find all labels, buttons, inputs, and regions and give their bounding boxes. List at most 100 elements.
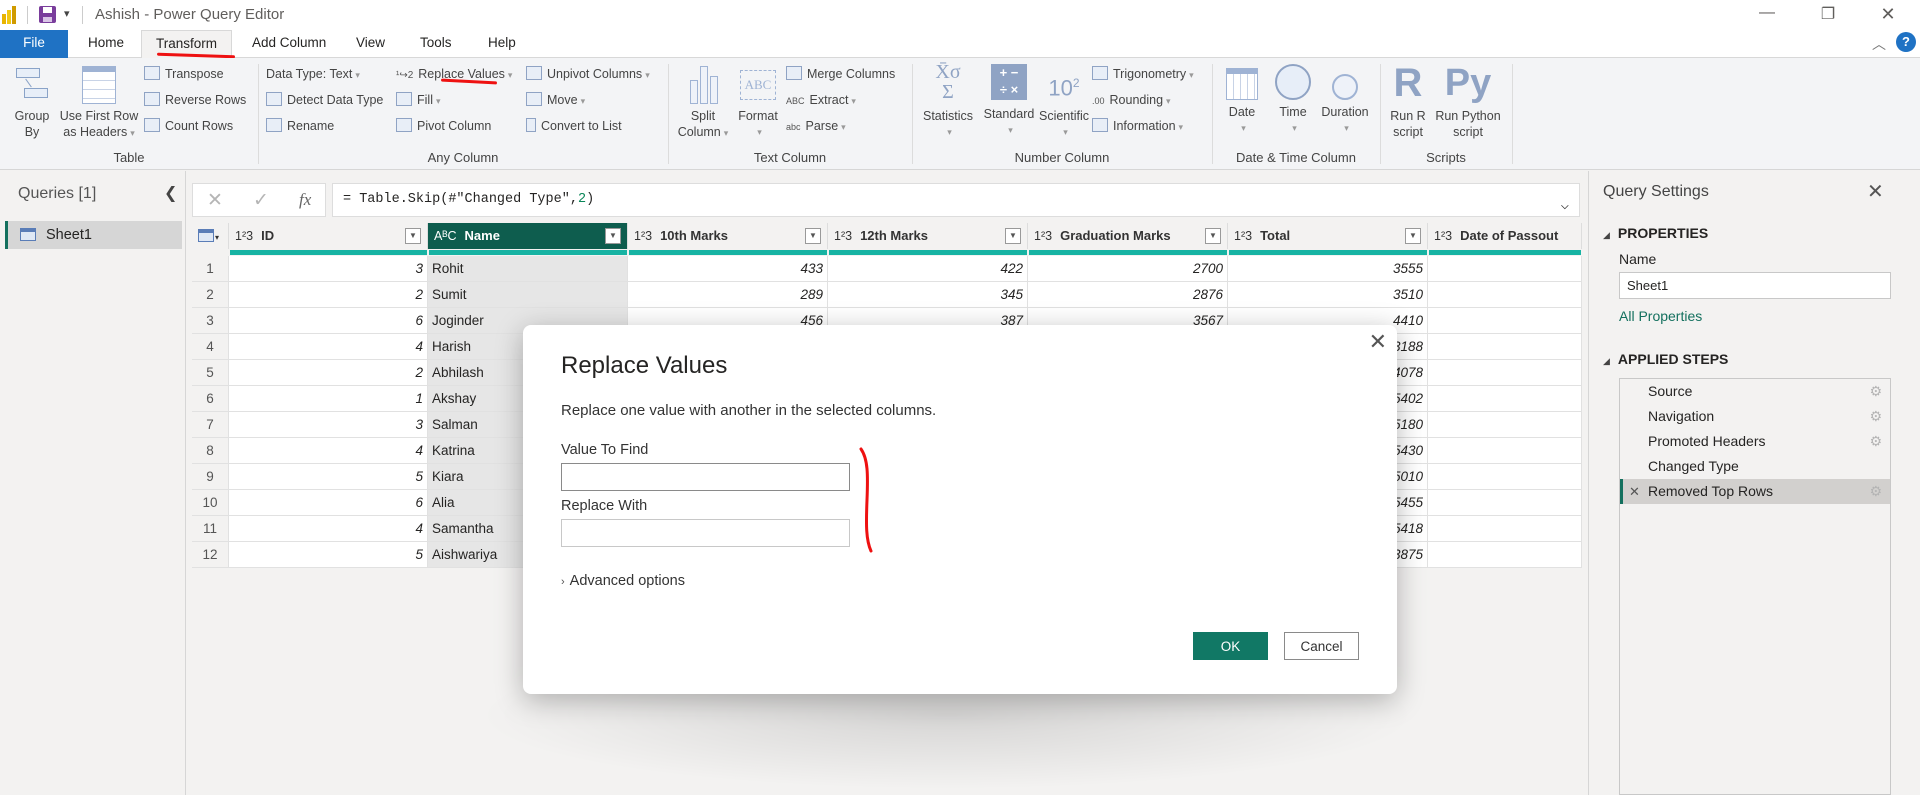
cancel-formula-icon[interactable]: ✕ <box>207 189 223 212</box>
data-type-dropdown[interactable]: Data Type: Text ▾ <box>266 64 360 84</box>
properties-section-header[interactable]: ◢ PROPERTIES <box>1603 225 1708 241</box>
formula-input[interactable]: = Table.Skip(#"Changed Type",2) ⌵ <box>332 183 1580 217</box>
gear-icon[interactable]: ⚙ <box>1869 429 1882 454</box>
cell-id[interactable]: 3 <box>229 412 428 438</box>
cell-id[interactable]: 3 <box>229 256 428 282</box>
row-number[interactable]: 11 <box>192 516 229 542</box>
restore-icon[interactable]: ❐ <box>1808 4 1848 24</box>
cell-total[interactable]: 3510 <box>1228 282 1428 308</box>
cell-date[interactable] <box>1428 438 1582 464</box>
merge-columns-button[interactable]: Merge Columns <box>786 64 895 84</box>
column-filter-dropdown-icon[interactable]: ▼ <box>1005 228 1021 244</box>
run-r-script-button[interactable]: R Run R script <box>1386 62 1430 140</box>
table-menu-button[interactable]: ▾ <box>192 223 229 249</box>
column-filter-dropdown-icon[interactable]: ▼ <box>405 228 421 244</box>
column-filter-dropdown-icon[interactable]: ▼ <box>805 228 821 244</box>
column-header-id[interactable]: 1²3 ID ▼ <box>229 223 428 249</box>
cell-date[interactable] <box>1428 334 1582 360</box>
cell-m12[interactable]: 345 <box>828 282 1028 308</box>
row-number[interactable]: 2 <box>192 282 229 308</box>
query-name-input[interactable]: Sheet1 <box>1619 272 1891 299</box>
value-to-find-input[interactable] <box>561 463 850 491</box>
fx-icon[interactable]: fx <box>299 190 311 210</box>
tab-home[interactable]: Home <box>74 30 138 58</box>
query-item-sheet1[interactable]: Sheet1 <box>5 221 182 249</box>
dialog-close-icon[interactable]: ✕ <box>1369 329 1387 355</box>
time-button[interactable]: Time ▾ <box>1270 62 1316 136</box>
column-header-date-of-passout[interactable]: 1²3 Date of Passout <box>1428 223 1582 249</box>
applied-step[interactable]: Promoted Headers ⚙ <box>1620 429 1890 454</box>
applied-step[interactable]: Changed Type <box>1620 454 1890 479</box>
information-button[interactable]: Information ▾ <box>1092 116 1183 136</box>
statistics-button[interactable]: X̄σ Σ Statistics ▾ <box>918 62 978 140</box>
detect-data-type-button[interactable]: Detect Data Type <box>266 90 383 110</box>
applied-steps-section-header[interactable]: ◢ APPLIED STEPS <box>1603 351 1728 367</box>
cell-m10[interactable]: 433 <box>628 256 828 282</box>
column-header-graduation-marks[interactable]: 1²3 Graduation Marks ▼ <box>1028 223 1228 249</box>
collapse-ribbon-icon[interactable]: ︿ <box>1872 34 1886 54</box>
applied-step[interactable]: ✕ Removed Top Rows ⚙ <box>1620 479 1890 504</box>
row-number[interactable]: 4 <box>192 334 229 360</box>
row-number[interactable]: 8 <box>192 438 229 464</box>
cell-date[interactable] <box>1428 386 1582 412</box>
cell-date[interactable] <box>1428 282 1582 308</box>
cell-id[interactable]: 4 <box>229 334 428 360</box>
cell-id[interactable]: 4 <box>229 516 428 542</box>
quick-access-dropdown-icon[interactable]: ▾ <box>64 7 70 20</box>
column-filter-dropdown-icon[interactable]: ▼ <box>1205 228 1221 244</box>
cell-grad[interactable]: 2700 <box>1028 256 1228 282</box>
cell-date[interactable] <box>1428 516 1582 542</box>
move-button[interactable]: Move ▾ <box>526 90 585 110</box>
commit-formula-icon[interactable]: ✓ <box>253 189 269 212</box>
row-number[interactable]: 5 <box>192 360 229 386</box>
cell-m12[interactable]: 422 <box>828 256 1028 282</box>
duration-button[interactable]: Duration ▾ <box>1316 62 1374 136</box>
tab-add-column[interactable]: Add Column <box>238 30 340 58</box>
cell-date[interactable] <box>1428 256 1582 282</box>
applied-step[interactable]: Navigation ⚙ <box>1620 404 1890 429</box>
cell-id[interactable]: 5 <box>229 542 428 568</box>
delete-step-icon[interactable]: ✕ <box>1629 479 1640 504</box>
fill-button[interactable]: Fill ▾ <box>396 90 441 110</box>
cell-name[interactable]: Sumit <box>428 282 628 308</box>
applied-step[interactable]: Source ⚙ <box>1620 379 1890 404</box>
cell-total[interactable]: 3555 <box>1228 256 1428 282</box>
column-header-10th-marks[interactable]: 1²3 10th Marks ▼ <box>628 223 828 249</box>
transpose-button[interactable]: Transpose <box>144 64 224 84</box>
tab-tools[interactable]: Tools <box>406 30 466 58</box>
help-icon[interactable]: ? <box>1896 32 1916 52</box>
column-header-name[interactable]: AᴮC Name ▼ <box>428 223 628 249</box>
row-number[interactable]: 10 <box>192 490 229 516</box>
cell-date[interactable] <box>1428 490 1582 516</box>
cell-id[interactable]: 2 <box>229 360 428 386</box>
cell-m10[interactable]: 289 <box>628 282 828 308</box>
tab-help[interactable]: Help <box>474 30 530 58</box>
split-column-button[interactable]: Split Column ▾ <box>674 62 732 141</box>
group-by-button[interactable]: Group By <box>8 62 56 140</box>
gear-icon[interactable]: ⚙ <box>1869 379 1882 404</box>
date-button[interactable]: Date ▾ <box>1222 62 1262 136</box>
row-number[interactable]: 12 <box>192 542 229 568</box>
all-properties-link[interactable]: All Properties <box>1619 308 1702 324</box>
format-button[interactable]: ABC Format ▾ <box>734 62 782 140</box>
cell-id[interactable]: 4 <box>229 438 428 464</box>
standard-button[interactable]: + − ÷ × Standard ▾ <box>978 62 1040 138</box>
expand-formula-icon[interactable]: ⌵ <box>1561 190 1569 222</box>
scientific-button[interactable]: 102 Scientific ▾ <box>1034 62 1094 140</box>
trigonometry-button[interactable]: Trigonometry ▾ <box>1092 64 1194 84</box>
cancel-button[interactable]: Cancel <box>1284 632 1359 660</box>
cell-date[interactable] <box>1428 464 1582 490</box>
row-number[interactable]: 7 <box>192 412 229 438</box>
use-first-row-as-headers-button[interactable]: Use First Row as Headers ▾ <box>58 62 140 141</box>
convert-to-list-button[interactable]: Convert to List <box>526 116 622 136</box>
collapse-queries-icon[interactable]: ❮ <box>164 183 177 203</box>
rounding-button[interactable]: .00 Rounding ▾ <box>1092 90 1171 110</box>
cell-date[interactable] <box>1428 542 1582 568</box>
cell-id[interactable]: 6 <box>229 490 428 516</box>
rename-button[interactable]: Rename <box>266 116 334 136</box>
row-number[interactable]: 6 <box>192 386 229 412</box>
column-header-12th-marks[interactable]: 1²3 12th Marks ▼ <box>828 223 1028 249</box>
advanced-options-toggle[interactable]: › Advanced options <box>561 573 685 589</box>
column-header-total[interactable]: 1²3 Total ▼ <box>1228 223 1428 249</box>
cell-grad[interactable]: 2876 <box>1028 282 1228 308</box>
